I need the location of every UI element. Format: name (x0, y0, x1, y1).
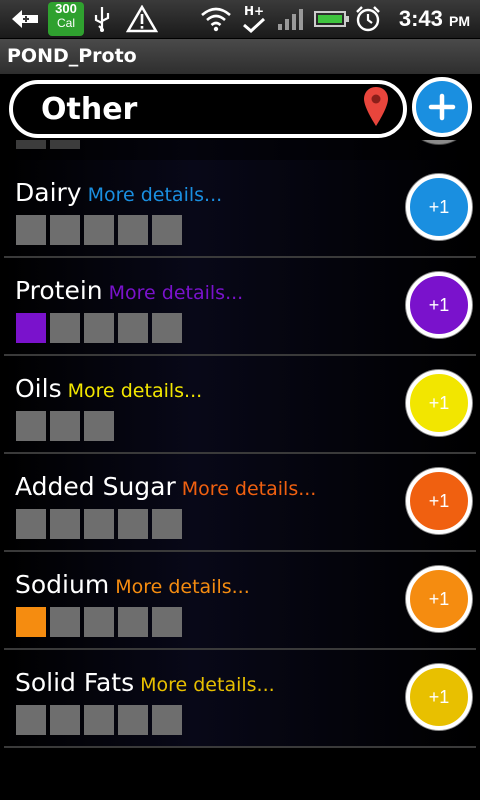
serving-box-empty (84, 215, 114, 245)
serving-box-empty (50, 313, 80, 343)
serving-box-empty (152, 215, 182, 245)
serving-box-empty (84, 411, 114, 441)
clock-ampm: PM (449, 13, 470, 29)
category-filter-label: Other (41, 92, 138, 127)
food-group-name: Sodium More details... (15, 570, 250, 599)
calorie-badge: 300 Cal (48, 2, 84, 36)
serving-box-filled (16, 607, 46, 637)
serving-box-empty (118, 313, 148, 343)
more-details-link[interactable]: More details... (140, 674, 275, 696)
serving-box-filled (16, 313, 46, 343)
plus-icon (428, 93, 456, 121)
calorie-unit: Cal (56, 16, 75, 30)
serving-boxes (16, 607, 186, 637)
serving-boxes (16, 705, 186, 735)
serving-box-empty (50, 607, 80, 637)
serving-box-empty (118, 607, 148, 637)
food-group-row[interactable]: Oils More details... +1 (4, 356, 476, 454)
serving-box-empty (84, 509, 114, 539)
food-group-row[interactable]: Dairy More details... +1 (4, 160, 476, 258)
wifi-icon (200, 0, 232, 38)
food-group-list[interactable]: Fruit JuiceMore details...+1 Dairy More de… (0, 140, 480, 800)
serving-box-empty (118, 509, 148, 539)
food-group-label: Protein (15, 276, 103, 305)
signal-strength-icon (276, 0, 306, 38)
serving-box-empty (152, 607, 182, 637)
more-details-link[interactable]: More details... (68, 380, 203, 402)
food-group-label: Added Sugar (15, 472, 176, 501)
serving-box-empty (16, 215, 46, 245)
serving-box-empty (118, 215, 148, 245)
serving-box-empty (152, 313, 182, 343)
serving-box-empty (84, 705, 114, 735)
serving-box-empty (16, 140, 46, 149)
food-group-row[interactable]: Protein More details... +1 (4, 258, 476, 356)
add-serving-button[interactable]: +1 (406, 468, 472, 534)
food-group-name: Protein More details... (15, 276, 243, 305)
food-group-name: Dairy More details... (15, 178, 222, 207)
clock-time: 3:43 (398, 6, 443, 31)
serving-box-empty (118, 705, 148, 735)
serving-box-empty (84, 313, 114, 343)
serving-box-empty (16, 411, 46, 441)
clock: 3:43 PM (399, 6, 470, 32)
add-serving-button[interactable]: +1 (406, 272, 472, 338)
serving-box-empty (152, 509, 182, 539)
more-details-link[interactable]: More details... (115, 576, 250, 598)
map-pin-icon[interactable] (363, 86, 389, 132)
battery-icon (314, 0, 350, 38)
add-serving-button[interactable]: +1 (406, 664, 472, 730)
serving-boxes (16, 215, 186, 245)
serving-boxes (16, 313, 186, 343)
usb-icon (90, 0, 114, 38)
food-group-row[interactable]: Solid Fats More details... +1 (4, 650, 476, 748)
serving-boxes (16, 411, 118, 441)
add-serving-button[interactable]: +1 (406, 140, 472, 144)
signal-type-label: H+ (243, 4, 265, 18)
food-group-name: Oils More details... (15, 374, 202, 403)
food-group-label: Oils (15, 374, 62, 403)
add-serving-button[interactable]: +1 (406, 370, 472, 436)
add-serving-button[interactable]: +1 (406, 566, 472, 632)
alarm-clock-icon (354, 0, 382, 38)
food-group-name: Solid Fats More details... (15, 668, 275, 697)
title-bar: POND_Proto (0, 39, 480, 74)
add-serving-button[interactable]: +1 (406, 174, 472, 240)
status-bar: 300 Cal H+ 3:43 PM (0, 0, 480, 39)
food-group-label: Solid Fats (15, 668, 135, 697)
back-arrow-icon (10, 0, 40, 38)
more-details-link[interactable]: More details... (109, 282, 244, 304)
data-sync-icon: H+ (242, 0, 266, 38)
serving-box-empty (16, 705, 46, 735)
serving-box-empty (50, 140, 80, 149)
more-details-link[interactable]: More details... (88, 184, 223, 206)
serving-box-empty (16, 509, 46, 539)
serving-box-empty (50, 705, 80, 735)
serving-box-empty (84, 607, 114, 637)
serving-box-empty (50, 411, 80, 441)
food-group-row[interactable]: Sodium More details... +1 (4, 552, 476, 650)
serving-boxes (16, 140, 84, 149)
food-group-name: Added Sugar More details... (15, 472, 316, 501)
category-filter[interactable]: Other (9, 80, 407, 138)
serving-boxes (16, 509, 186, 539)
serving-box-empty (50, 215, 80, 245)
serving-box-empty (152, 705, 182, 735)
calorie-count: 300 (55, 1, 77, 16)
serving-box-empty (50, 509, 80, 539)
add-category-button[interactable] (412, 77, 472, 137)
warning-icon (126, 0, 158, 38)
food-group-label: Dairy (15, 178, 82, 207)
food-group-row[interactable]: Fruit JuiceMore details...+1 (4, 140, 476, 162)
food-group-row[interactable]: Added Sugar More details... +1 (4, 454, 476, 552)
app-title: POND_Proto (7, 45, 137, 67)
more-details-link[interactable]: More details... (182, 478, 317, 500)
food-group-label: Sodium (15, 570, 110, 599)
